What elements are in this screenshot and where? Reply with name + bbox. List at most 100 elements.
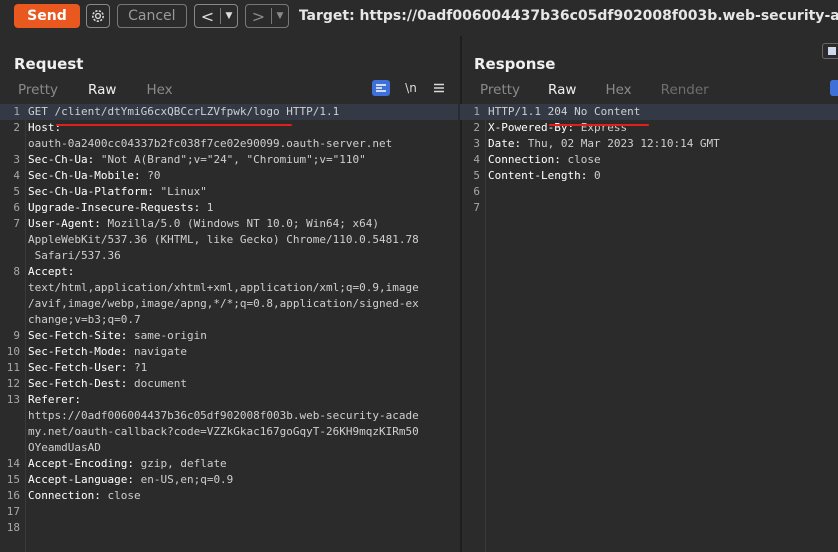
- header-name: Connection:: [28, 489, 101, 502]
- request-line[interactable]: my.net/oauth-callback?code=VZZkGkac167go…: [0, 424, 458, 440]
- header-name: Accept-Language:: [28, 473, 134, 486]
- request-line[interactable]: Safari/537.36: [0, 248, 458, 264]
- header-name: Sec-Fetch-Dest:: [28, 377, 128, 390]
- request-line[interactable]: /avif,image/webp,image/apng,*/*;q=0.8,ap…: [0, 296, 458, 312]
- request-line[interactable]: https://0adf006004437b36c05df902008f003b…: [0, 408, 458, 424]
- line-text: text/html,application/xhtml+xml,applicat…: [28, 281, 419, 294]
- request-line[interactable]: 10 Sec-Fetch-Mode: navigate: [0, 344, 458, 360]
- tab-request-hex[interactable]: Hex: [146, 82, 172, 102]
- target-url[interactable]: Target: https://0adf006004437b36c05df902…: [299, 8, 838, 24]
- header-name: Content-Length:: [488, 169, 588, 182]
- back-arrow-icon[interactable]: <: [195, 7, 220, 26]
- request-line[interactable]: 18: [0, 520, 458, 536]
- tab-response-render[interactable]: Render: [661, 82, 709, 102]
- line-number: 6: [13, 201, 20, 214]
- response-line[interactable]: 1 HTTP/1.1 204 No Content: [460, 104, 838, 120]
- back-nav-group[interactable]: < ▼: [193, 4, 238, 28]
- line-number: 2: [13, 121, 20, 134]
- cancel-button[interactable]: Cancel: [116, 4, 187, 28]
- line-number: 15: [6, 473, 20, 486]
- request-line[interactable]: 15 Accept-Language: en-US,en;q=0.9: [0, 472, 458, 488]
- request-line[interactable]: 9 Sec-Fetch-Site: same-origin: [0, 328, 458, 344]
- request-line[interactable]: 3 Sec-Ch-Ua: "Not A(Brand";v="24", "Chrom…: [0, 152, 458, 168]
- request-line[interactable]: 2 Host:: [0, 120, 458, 136]
- line-number: [0, 312, 24, 328]
- request-line[interactable]: 1 GET /client/dtYmiG6cxQBCcrLZVfpwk/logo …: [0, 104, 458, 120]
- tab-request-raw[interactable]: Raw: [73, 82, 132, 106]
- request-tabs: Pretty Raw Hex: [18, 82, 173, 106]
- request-line[interactable]: text/html,application/xhtml+xml,applicat…: [0, 280, 458, 296]
- line-text: AppleWebKit/537.36 (KHTML, like Gecko) C…: [28, 233, 419, 246]
- back-dropdown-icon[interactable]: ▼: [221, 11, 237, 21]
- tab-response-pretty[interactable]: Pretty: [480, 82, 520, 102]
- request-line[interactable]: 16 Connection: close: [0, 488, 458, 504]
- line-number: 16: [6, 489, 20, 502]
- line-text: HTTP/1.1 204 No Content: [488, 105, 641, 118]
- forward-dropdown-icon[interactable]: ▼: [272, 11, 288, 21]
- request-line[interactable]: 6 Upgrade-Insecure-Requests: 1: [0, 200, 458, 216]
- header-name: Sec-Fetch-User:: [28, 361, 128, 374]
- header-name: Sec-Ch-Ua-Platform:: [28, 185, 154, 198]
- response-line[interactable]: 3 Date: Thu, 02 Mar 2023 12:10:14 GMT: [460, 136, 838, 152]
- request-line[interactable]: 17: [0, 504, 458, 520]
- header-name: Accept-Encoding:: [28, 457, 134, 470]
- forward-nav-group[interactable]: > ▼: [244, 4, 289, 28]
- tab-response-raw[interactable]: Raw: [533, 82, 592, 106]
- annotation-underline: [549, 124, 649, 126]
- show-newlines-button[interactable]: \n: [402, 80, 420, 96]
- message-format-button[interactable]: [372, 80, 390, 96]
- request-line[interactable]: 8 Accept:: [0, 264, 458, 280]
- header-name: Upgrade-Insecure-Requests:: [28, 201, 201, 214]
- line-number: 4: [13, 169, 20, 182]
- request-line[interactable]: oauth-0a2400cc04337b2fc038f7ce02e90099.o…: [0, 136, 458, 152]
- line-text: my.net/oauth-callback?code=VZZkGkac167go…: [28, 425, 419, 438]
- line-text: "Linux": [153, 185, 207, 198]
- tab-request-pretty[interactable]: Pretty: [18, 82, 58, 102]
- line-text: https://0adf006004437b36c05df902008f003b…: [28, 409, 419, 422]
- response-line[interactable]: 6: [460, 184, 838, 200]
- line-text: ?1: [127, 361, 148, 374]
- response-editor[interactable]: 1 HTTP/1.1 204 No Content 2 X-Powered-By: E…: [460, 104, 838, 216]
- line-text: oauth-0a2400cc04337b2fc038f7ce02e90099.o…: [28, 137, 393, 150]
- request-menu-button[interactable]: [430, 80, 448, 96]
- line-number: 7: [473, 201, 480, 214]
- annotation-underline: [56, 124, 292, 126]
- header-name: Connection:: [488, 153, 561, 166]
- response-line[interactable]: 4 Connection: close: [460, 152, 838, 168]
- response-line[interactable]: 5 Content-Length: 0: [460, 168, 838, 184]
- forward-arrow-icon[interactable]: >: [246, 7, 271, 26]
- request-editor[interactable]: 1 GET /client/dtYmiG6cxQBCcrLZVfpwk/logo …: [0, 104, 458, 536]
- request-line[interactable]: change;v=b3;q=0.7: [0, 312, 458, 328]
- request-line[interactable]: 7 User-Agent: Mozilla/5.0 (Windows NT 10.…: [0, 216, 458, 232]
- request-line[interactable]: OYeamdUasAD: [0, 440, 458, 456]
- line-text: same-origin: [127, 329, 207, 342]
- layout-toggle-button[interactable]: [822, 43, 838, 59]
- request-line[interactable]: 12 Sec-Fetch-Dest: document: [0, 376, 458, 392]
- line-number: 3: [13, 153, 20, 166]
- request-line[interactable]: 5 Sec-Ch-Ua-Platform: "Linux": [0, 184, 458, 200]
- send-button[interactable]: Send: [14, 4, 80, 28]
- header-name: Host:: [28, 121, 62, 134]
- line-number: 2: [473, 121, 480, 134]
- line-number: [0, 296, 24, 312]
- line-number: 14: [6, 457, 20, 470]
- response-format-button[interactable]: [830, 80, 838, 96]
- line-number: 8: [13, 265, 20, 278]
- line-number: [0, 408, 24, 424]
- request-line[interactable]: AppleWebKit/537.36 (KHTML, like Gecko) C…: [0, 232, 458, 248]
- line-text: Mozilla/5.0 (Windows NT 10.0; Win64; x64…: [100, 217, 380, 230]
- line-text: Express: [574, 121, 628, 134]
- response-line[interactable]: 7: [460, 200, 838, 216]
- request-line[interactable]: 11 Sec-Fetch-User: ?1: [0, 360, 458, 376]
- line-number: 12: [6, 377, 20, 390]
- settings-button[interactable]: [85, 4, 110, 28]
- response-line[interactable]: 2 X-Powered-By: Express: [460, 120, 838, 136]
- request-line[interactable]: 14 Accept-Encoding: gzip, deflate: [0, 456, 458, 472]
- tab-response-hex[interactable]: Hex: [605, 82, 631, 102]
- line-text: change;v=b3;q=0.7: [28, 313, 141, 326]
- line-text: GET /client/dtYmiG6cxQBCcrLZVfpwk/logo H…: [28, 105, 340, 118]
- line-number: 11: [6, 361, 20, 374]
- line-number: 9: [13, 329, 20, 342]
- request-line[interactable]: 13 Referer:: [0, 392, 458, 408]
- request-line[interactable]: 4 Sec-Ch-Ua-Mobile: ?0: [0, 168, 458, 184]
